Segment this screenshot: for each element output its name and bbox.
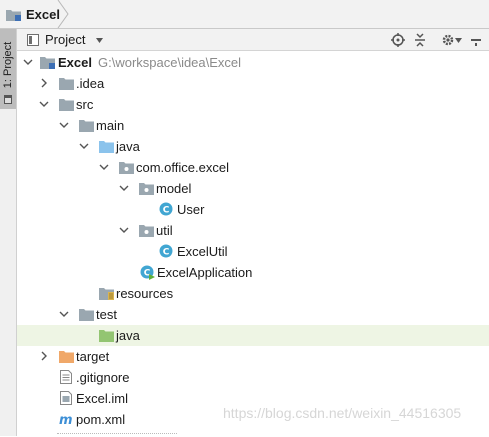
tree-item-user[interactable]: C User xyxy=(17,199,489,220)
tree-item-gitignore[interactable]: .gitignore xyxy=(17,367,489,388)
tree-item-label: java xyxy=(116,328,140,343)
tree-item-resources[interactable]: resources xyxy=(17,283,489,304)
spring-boot-class-icon: C xyxy=(140,265,155,280)
package-icon xyxy=(119,162,134,174)
project-view-icon xyxy=(27,34,39,46)
tree-item-label: .idea xyxy=(76,76,105,91)
tree-item-util[interactable]: util xyxy=(17,220,489,241)
project-toolbar: Project xyxy=(17,29,489,51)
chevron-down-icon[interactable] xyxy=(119,183,129,193)
tree-item-label: ExcelUtil xyxy=(177,244,228,259)
folder-icon xyxy=(79,309,94,321)
module-file-icon xyxy=(60,391,72,405)
project-tool-tab[interactable]: 1: Project xyxy=(0,29,16,109)
tree-item-label: resources xyxy=(116,286,174,301)
chevron-right-icon[interactable] xyxy=(39,78,49,88)
breadcrumb-label: Excel xyxy=(26,6,60,22)
chevron-down-icon[interactable] xyxy=(23,57,33,67)
tree-item-label: ExcelApplication xyxy=(157,265,253,280)
tool-window-strip: 1: Project xyxy=(0,29,17,436)
chevron-down-icon[interactable] xyxy=(96,38,103,43)
project-tool-tab-label: 1: Project xyxy=(2,41,14,89)
svg-text:m: m xyxy=(59,413,73,426)
tree-item-label: util xyxy=(156,223,173,238)
breadcrumb-separator-icon xyxy=(57,0,69,28)
breadcrumb[interactable]: Excel xyxy=(0,0,64,28)
folder-icon xyxy=(59,99,74,111)
navigation-bar: Excel xyxy=(0,0,489,29)
tree-item-label: model xyxy=(156,181,192,196)
project-view-selector[interactable]: Project xyxy=(45,32,85,47)
module-folder-icon xyxy=(6,9,21,21)
tree-item-java[interactable]: java xyxy=(17,136,489,157)
tree-item-package[interactable]: com.office.excel xyxy=(17,157,489,178)
folder-icon xyxy=(59,78,74,90)
folder-icon xyxy=(79,120,94,132)
tree-item-label: pom.xml xyxy=(76,412,126,427)
tree-item-label: test xyxy=(96,307,117,322)
project-tool-icon xyxy=(4,95,12,104)
chevron-down-icon[interactable] xyxy=(59,120,69,130)
watermark: https://blog.csdn.net/weixin_44516305 xyxy=(223,405,462,421)
tree-item-label: java xyxy=(116,139,140,154)
svg-text:C: C xyxy=(163,248,170,258)
chevron-down-icon[interactable] xyxy=(99,162,109,172)
excluded-folder-icon xyxy=(59,351,74,363)
module-folder-icon xyxy=(40,57,55,69)
module-path: G:\workspace\idea\Excel xyxy=(97,55,242,70)
tree-item-label: Excel G:\workspace\idea\Excel xyxy=(58,55,242,70)
tree-item-model[interactable]: model xyxy=(17,178,489,199)
hide-icon[interactable] xyxy=(469,33,483,47)
tree-item-idea[interactable]: .idea xyxy=(17,73,489,94)
tree-item-test[interactable]: test xyxy=(17,304,489,325)
project-tree: Excel G:\workspace\idea\Excel .idea src m… xyxy=(17,51,489,436)
tree-item-label: Excel.iml xyxy=(76,391,129,406)
locate-icon[interactable] xyxy=(391,33,405,47)
tree-item-label: target xyxy=(76,349,110,364)
tree-item-label: com.office.excel xyxy=(136,160,229,175)
package-icon xyxy=(139,225,154,237)
tree-item-target[interactable]: target xyxy=(17,346,489,367)
class-icon: C xyxy=(159,244,173,258)
tree-item-label: .gitignore xyxy=(76,370,130,385)
tree-item-label: src xyxy=(76,97,94,112)
chevron-down-icon[interactable] xyxy=(119,225,129,235)
collapse-all-icon[interactable] xyxy=(413,33,427,47)
tree-item-excel-module[interactable]: Excel G:\workspace\idea\Excel xyxy=(17,52,489,73)
maven-icon: m xyxy=(59,413,73,426)
tree-item-label: main xyxy=(96,118,125,133)
gear-icon[interactable] xyxy=(441,33,455,47)
chevron-down-icon[interactable] xyxy=(79,141,89,151)
gear-chevron-down-icon[interactable] xyxy=(455,38,462,43)
source-folder-icon xyxy=(99,141,114,153)
tree-item-partial xyxy=(57,433,177,437)
text-file-icon xyxy=(60,370,72,384)
package-icon xyxy=(139,183,154,195)
tree-item-excel-application[interactable]: C ExcelApplication xyxy=(17,262,489,283)
test-folder-icon xyxy=(99,330,114,342)
tree-item-label: User xyxy=(177,202,205,217)
chevron-down-icon[interactable] xyxy=(39,99,49,109)
class-icon: C xyxy=(159,202,173,216)
tree-item-main[interactable]: main xyxy=(17,115,489,136)
chevron-right-icon[interactable] xyxy=(39,351,49,361)
tree-item-excelutil[interactable]: C ExcelUtil xyxy=(17,241,489,262)
resources-folder-icon xyxy=(99,288,114,300)
tree-item-src[interactable]: src xyxy=(17,94,489,115)
chevron-down-icon[interactable] xyxy=(59,309,69,319)
tree-item-test-java[interactable]: java xyxy=(17,325,489,346)
svg-text:C: C xyxy=(163,206,170,216)
